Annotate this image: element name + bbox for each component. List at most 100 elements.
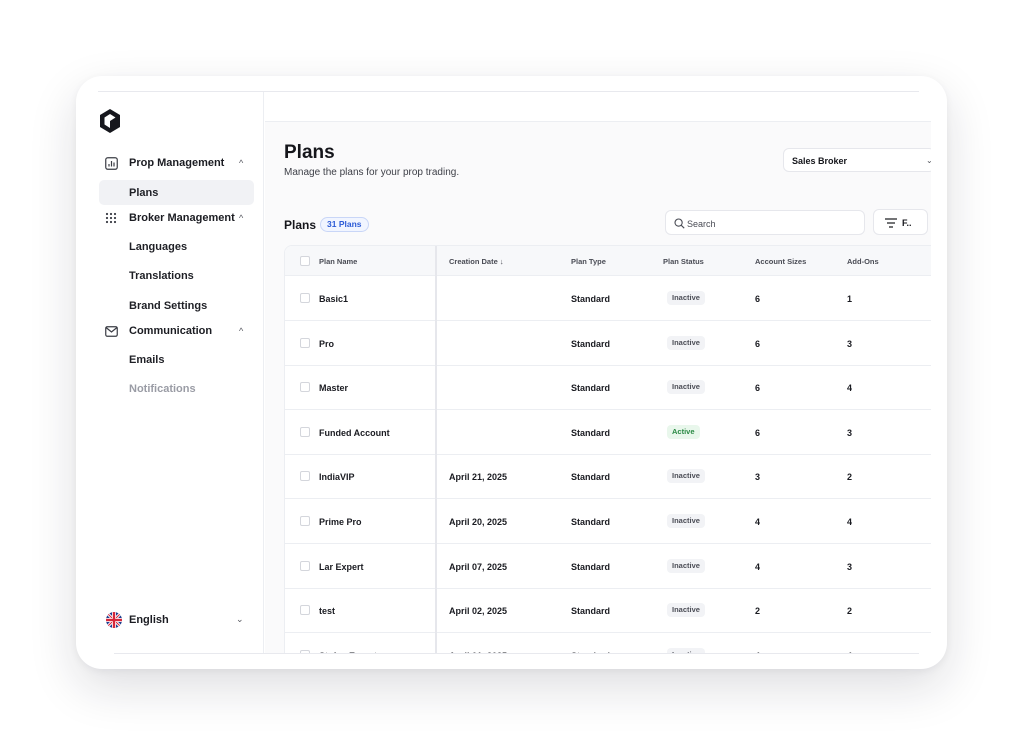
account-sizes-cell: 6 bbox=[755, 338, 761, 349]
account-sizes-cell: 6 bbox=[755, 294, 761, 304]
sidebar-item-emails[interactable]: Emails bbox=[99, 347, 254, 372]
row-checkbox[interactable] bbox=[300, 471, 310, 482]
plan-name-cell: test bbox=[319, 606, 336, 617]
col-account-sizes[interactable]: Account Sizes bbox=[755, 257, 806, 266]
plan-name-cell: Pro bbox=[319, 338, 335, 349]
col-add-ons[interactable]: Add-Ons bbox=[847, 257, 879, 266]
creation-date-cell: April 20, 2025 bbox=[449, 517, 508, 527]
plan-name-cell: Master bbox=[319, 383, 349, 394]
device-frame: Prop Management ^ Plans Broker Managemen… bbox=[76, 76, 947, 669]
sidebar-item-label: Notifications bbox=[129, 383, 196, 395]
add-ons-cell: 3 bbox=[847, 338, 853, 349]
account-sizes-cell: 3 bbox=[755, 472, 761, 483]
status-badge: Inactive bbox=[667, 469, 705, 484]
row-checkbox[interactable] bbox=[300, 605, 310, 616]
top-bar bbox=[265, 92, 931, 122]
row-checkbox[interactable] bbox=[300, 560, 310, 571]
plans-count-badge: 31 Plans bbox=[320, 217, 369, 232]
plan-name-cell: IndiaVIP bbox=[319, 472, 355, 483]
table-row[interactable]: Lar Expert April 07, 2025 Standard Inactive… bbox=[285, 544, 931, 589]
select-all-checkbox[interactable] bbox=[300, 256, 310, 266]
filter-icon bbox=[885, 218, 897, 228]
table-row[interactable]: Pro Standard Inactive 6 3 bbox=[285, 321, 931, 366]
account-sizes-cell: 2 bbox=[755, 606, 761, 617]
status-badge: Inactive bbox=[667, 558, 705, 573]
table-row[interactable]: Master Standard Inactive 6 4 bbox=[285, 365, 931, 411]
language-selector[interactable]: English ⌄ bbox=[105, 610, 255, 632]
search-input[interactable]: Search bbox=[665, 210, 865, 235]
plan-name-cell: Prime Pro bbox=[319, 517, 362, 527]
plans-table: Plan Name Creation Date ↓ Plan Type Plan… bbox=[284, 245, 931, 654]
row-checkbox[interactable] bbox=[300, 382, 310, 393]
status-badge: Inactive bbox=[667, 291, 705, 305]
column-divider bbox=[435, 246, 437, 654]
broker-select-value: Sales Broker bbox=[792, 156, 848, 166]
table-row[interactable]: Funded Account Standard Active 6 3 bbox=[285, 410, 931, 455]
broker-select[interactable]: Sales Broker ⌄ bbox=[783, 148, 931, 172]
table-row[interactable]: Prime Pro April 20, 2025 Standard Inactive 4… bbox=[285, 499, 931, 544]
grid-icon bbox=[104, 211, 118, 225]
plan-type-cell: Standard bbox=[571, 427, 611, 438]
nav-group-broker-management[interactable]: Broker Management ^ bbox=[98, 207, 264, 229]
table-row[interactable]: IndiaVIP April 21, 2025 Standard Inactive 3 2 bbox=[285, 454, 931, 500]
plan-type-cell: Standard bbox=[571, 606, 611, 617]
sidebar-item-languages[interactable]: Languages bbox=[99, 234, 254, 259]
col-plan-type[interactable]: Plan Type bbox=[571, 257, 606, 266]
status-badge: Inactive bbox=[667, 514, 705, 528]
bottom-divider bbox=[114, 653, 919, 654]
sort-desc-icon: ↓ bbox=[499, 257, 504, 266]
sidebar-item-label: Emails bbox=[129, 354, 165, 366]
nav-group-prop-management[interactable]: Prop Management ^ bbox=[98, 152, 264, 174]
row-checkbox[interactable] bbox=[300, 516, 310, 526]
nav-group-label: Communication bbox=[129, 325, 213, 337]
row-checkbox[interactable] bbox=[300, 293, 310, 303]
sidebar-item-brand-settings[interactable]: Brand Settings bbox=[99, 293, 254, 318]
language-label: English bbox=[129, 614, 169, 626]
creation-date-cell: April 02, 2025 bbox=[449, 606, 508, 617]
account-sizes-cell: 4 bbox=[755, 561, 761, 572]
search-icon bbox=[674, 218, 685, 229]
status-badge: Active bbox=[667, 424, 700, 439]
chevron-up-icon: ^ bbox=[239, 213, 244, 223]
table-row[interactable]: test April 02, 2025 Standard Inactive 2 2 bbox=[285, 588, 931, 634]
add-ons-cell: 4 bbox=[847, 517, 853, 527]
status-badge: Inactive bbox=[667, 603, 705, 618]
account-sizes-cell: 6 bbox=[755, 383, 761, 394]
chevron-down-icon: ⌄ bbox=[926, 156, 931, 165]
sidebar-item-label: Brand Settings bbox=[129, 300, 208, 312]
account-sizes-cell: 6 bbox=[755, 427, 761, 438]
nav-group-communication[interactable]: Communication ^ bbox=[98, 320, 264, 342]
plans-list-title: Plans bbox=[284, 218, 317, 232]
plan-type-cell: Standard bbox=[571, 294, 611, 304]
col-plan-name[interactable]: Plan Name bbox=[319, 257, 357, 266]
plan-type-cell: Standard bbox=[571, 383, 611, 394]
plan-name-cell: Lar Expert bbox=[319, 561, 364, 572]
plan-type-cell: Standard bbox=[571, 338, 611, 349]
status-badge: Inactive bbox=[667, 335, 705, 350]
chevron-up-icon: ^ bbox=[239, 158, 244, 168]
plan-type-cell: Standard bbox=[571, 561, 611, 572]
sidebar-item-notifications[interactable]: Notifications bbox=[99, 376, 254, 401]
add-ons-cell: 3 bbox=[847, 561, 853, 572]
col-plan-status[interactable]: Plan Status bbox=[663, 257, 704, 266]
chevron-up-icon: ^ bbox=[239, 326, 244, 336]
creation-date-cell: April 21, 2025 bbox=[449, 472, 508, 483]
main-content: Plans Manage the plans for your prop tra… bbox=[265, 92, 931, 654]
col-creation-date[interactable]: Creation Date ↓ bbox=[449, 257, 504, 266]
row-checkbox[interactable] bbox=[300, 337, 310, 348]
sidebar-item-label: Languages bbox=[129, 241, 188, 253]
table-row[interactable]: Stefan ExpertApril 01, 2025StandardInact… bbox=[285, 633, 931, 654]
filter-button[interactable]: F.. bbox=[873, 209, 928, 235]
sidebar-item-label: Plans bbox=[129, 187, 159, 199]
chevron-down-icon: ⌄ bbox=[236, 614, 244, 624]
sidebar-item-translations[interactable]: Translations bbox=[99, 263, 254, 288]
sidebar-item-plans[interactable]: Plans bbox=[99, 180, 254, 205]
nav-group-label: Broker Management bbox=[129, 212, 235, 224]
sidebar: Prop Management ^ Plans Broker Managemen… bbox=[98, 92, 264, 654]
table-header: Plan Name Creation Date ↓ Plan Type Plan… bbox=[285, 246, 931, 276]
table-row[interactable]: Basic1 Standard Inactive 6 1 bbox=[285, 276, 931, 321]
row-checkbox[interactable] bbox=[300, 426, 310, 437]
col-creation-date-label: Creation Date bbox=[449, 257, 498, 266]
add-ons-cell: 4 bbox=[847, 383, 853, 394]
uk-flag-icon bbox=[106, 612, 122, 628]
